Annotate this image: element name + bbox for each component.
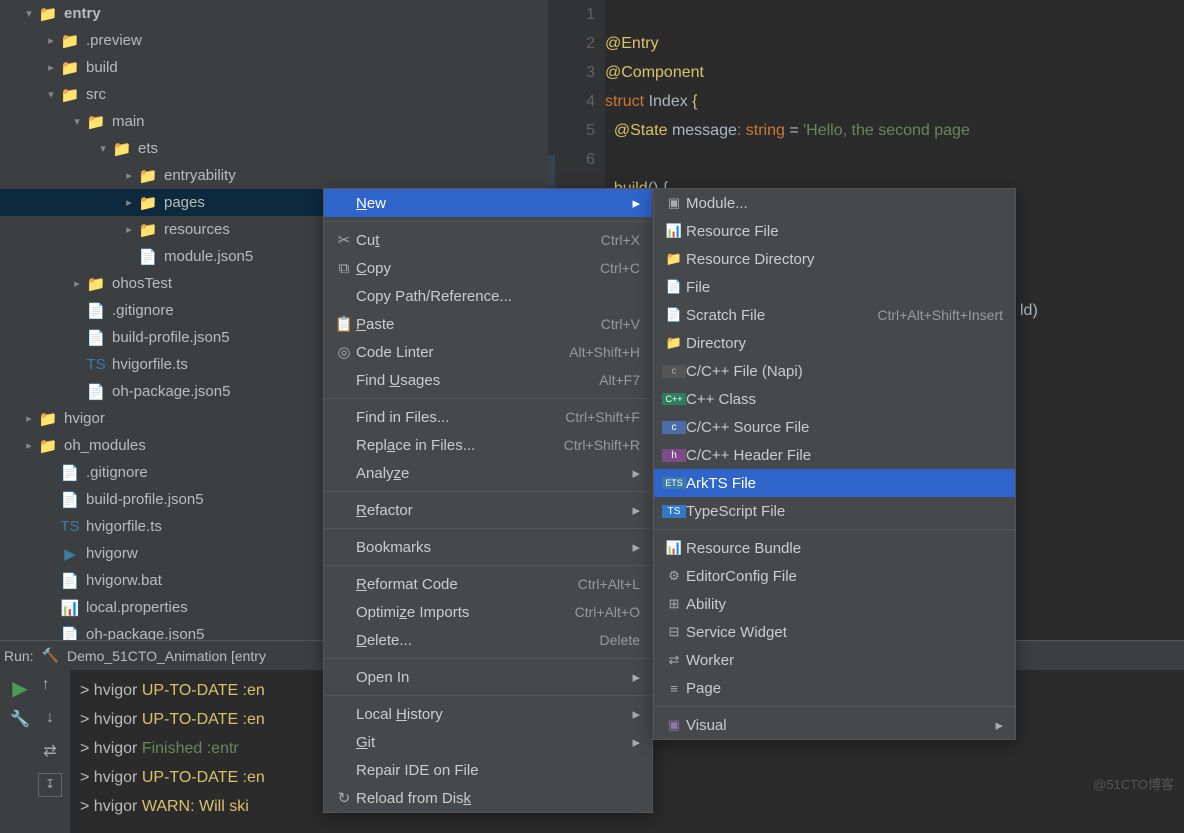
ts-icon: TS [662,505,686,518]
run-label: Run: [4,648,34,664]
menu-new[interactable]: New▸ [324,189,652,217]
menu-optimize-imports[interactable]: Optimize ImportsCtrl+Alt+O [324,598,652,626]
menu-bookmarks[interactable]: Bookmarks▸ [324,533,652,561]
copy-icon: ⧉ [332,260,356,277]
cpp-icon: C++ [662,393,686,405]
cut-icon: ✂ [332,231,356,249]
menu2-c-napi[interactable]: cC/C++ File (Napi) [654,357,1015,385]
menu2-directory[interactable]: 📁Directory [654,329,1015,357]
reload-icon: ↻ [332,789,356,807]
ability-icon: ⊞ [662,596,686,612]
menu-analyze[interactable]: Analyze▸ [324,459,652,487]
tree-item-preview[interactable]: ▸📁.preview [0,27,555,54]
run-config-name[interactable]: Demo_51CTO_Animation [entry [67,648,266,664]
menu2-page[interactable]: ≡Page [654,674,1015,702]
menu2-module[interactable]: ▣Module... [654,189,1015,217]
gear-icon: ⚙ [662,568,686,584]
h-icon: h [662,449,686,462]
minimap-selection [548,155,555,187]
menu-repair-ide[interactable]: Repair IDE on File [324,756,652,784]
file-icon: 📊 [662,223,686,239]
tree-item-entry[interactable]: ▾📁entry [0,0,555,27]
menu-replace-in-files[interactable]: Replace in Files...Ctrl+Shift+R [324,431,652,459]
menu-local-history[interactable]: Local History▸ [324,700,652,728]
module-icon: ▣ [662,195,686,211]
menu-git[interactable]: Git▸ [324,728,652,756]
tree-item-main[interactable]: ▾📁main [0,108,555,135]
arkts-icon: ETS [662,477,686,489]
bundle-icon: 📊 [662,540,686,556]
hammer-icon: 🔨 [42,647,59,664]
folder-icon: 📁 [662,335,686,351]
c-source-icon: c [662,421,686,434]
menu2-service-widget[interactable]: ⊟Service Widget [654,618,1015,646]
menu2-resource-bundle[interactable]: 📊Resource Bundle [654,534,1015,562]
scratch-icon: 📄 [662,307,686,323]
menu2-editorconfig[interactable]: ⚙EditorConfig File [654,562,1015,590]
menu-find-usages[interactable]: Find UsagesAlt+F7 [324,366,652,394]
widget-icon: ⊟ [662,624,686,640]
menu-code-linter[interactable]: ◎Code LinterAlt+Shift+H [324,338,652,366]
tool-icon[interactable]: 🔧 [8,709,32,733]
export-icon[interactable]: ↧ [38,773,62,797]
linter-icon: ◎ [332,343,356,361]
menu2-resource-dir[interactable]: 📁Resource Directory [654,245,1015,273]
menu-open-in[interactable]: Open In▸ [324,663,652,691]
menu-find-in-files[interactable]: Find in Files...Ctrl+Shift+F [324,403,652,431]
menu-cut[interactable]: ✂CutCtrl+X [324,226,652,254]
paste-icon: 📋 [332,315,356,333]
visual-icon: ▣ [662,717,686,733]
menu2-arkts-file[interactable]: ETSArkTS File [654,469,1015,497]
menu-delete[interactable]: Delete...Delete [324,626,652,654]
menu-refactor[interactable]: Refactor▸ [324,496,652,524]
tree-item-src[interactable]: ▾📁src [0,81,555,108]
menu2-c-source[interactable]: cC/C++ Source File [654,413,1015,441]
wrap-icon[interactable]: ⇄ [38,741,62,765]
menu2-typescript[interactable]: TSTypeScript File [654,497,1015,525]
menu2-ability[interactable]: ⊞Ability [654,590,1015,618]
context-menu: New▸ ✂CutCtrl+X ⧉CopyCtrl+C Copy Path/Re… [323,188,653,813]
code-snippet-bold: ld) [1020,300,1038,320]
run-button[interactable]: ▶ [12,676,27,701]
page-icon: ≡ [662,681,686,696]
menu2-visual[interactable]: ▣Visual▸ [654,711,1015,739]
menu2-c-header[interactable]: hC/C++ Header File [654,441,1015,469]
file-icon: 📄 [662,279,686,295]
menu-paste[interactable]: 📋PasteCtrl+V [324,310,652,338]
menu2-scratch-file[interactable]: 📄Scratch FileCtrl+Alt+Shift+Insert [654,301,1015,329]
menu2-resource-file[interactable]: 📊Resource File [654,217,1015,245]
tree-item-entryability[interactable]: ▸📁entryability [0,162,555,189]
watermark: @51CTO博客 [1093,774,1174,793]
c-icon: c [662,365,686,378]
menu2-cpp-class[interactable]: C++C++ Class [654,385,1015,413]
menu-copy-path[interactable]: Copy Path/Reference... [324,282,652,310]
new-submenu: ▣Module... 📊Resource File 📁Resource Dire… [653,188,1016,740]
tree-item-ets[interactable]: ▾📁ets [0,135,555,162]
tree-item-build[interactable]: ▸📁build [0,54,555,81]
worker-icon: ⇄ [662,652,686,668]
folder-icon: 📁 [662,251,686,267]
up-arrow-icon[interactable]: ↑ [34,676,58,700]
console-toolbar: ▶ ↑ 🔧 ↓ ⇄ ↧ [0,670,70,833]
menu-reload-disk[interactable]: ↻Reload from Disk [324,784,652,812]
menu-copy[interactable]: ⧉CopyCtrl+C [324,254,652,282]
down-arrow-icon[interactable]: ↓ [38,709,62,733]
menu2-file[interactable]: 📄File [654,273,1015,301]
menu2-worker[interactable]: ⇄Worker [654,646,1015,674]
menu-reformat[interactable]: Reformat CodeCtrl+Alt+L [324,570,652,598]
